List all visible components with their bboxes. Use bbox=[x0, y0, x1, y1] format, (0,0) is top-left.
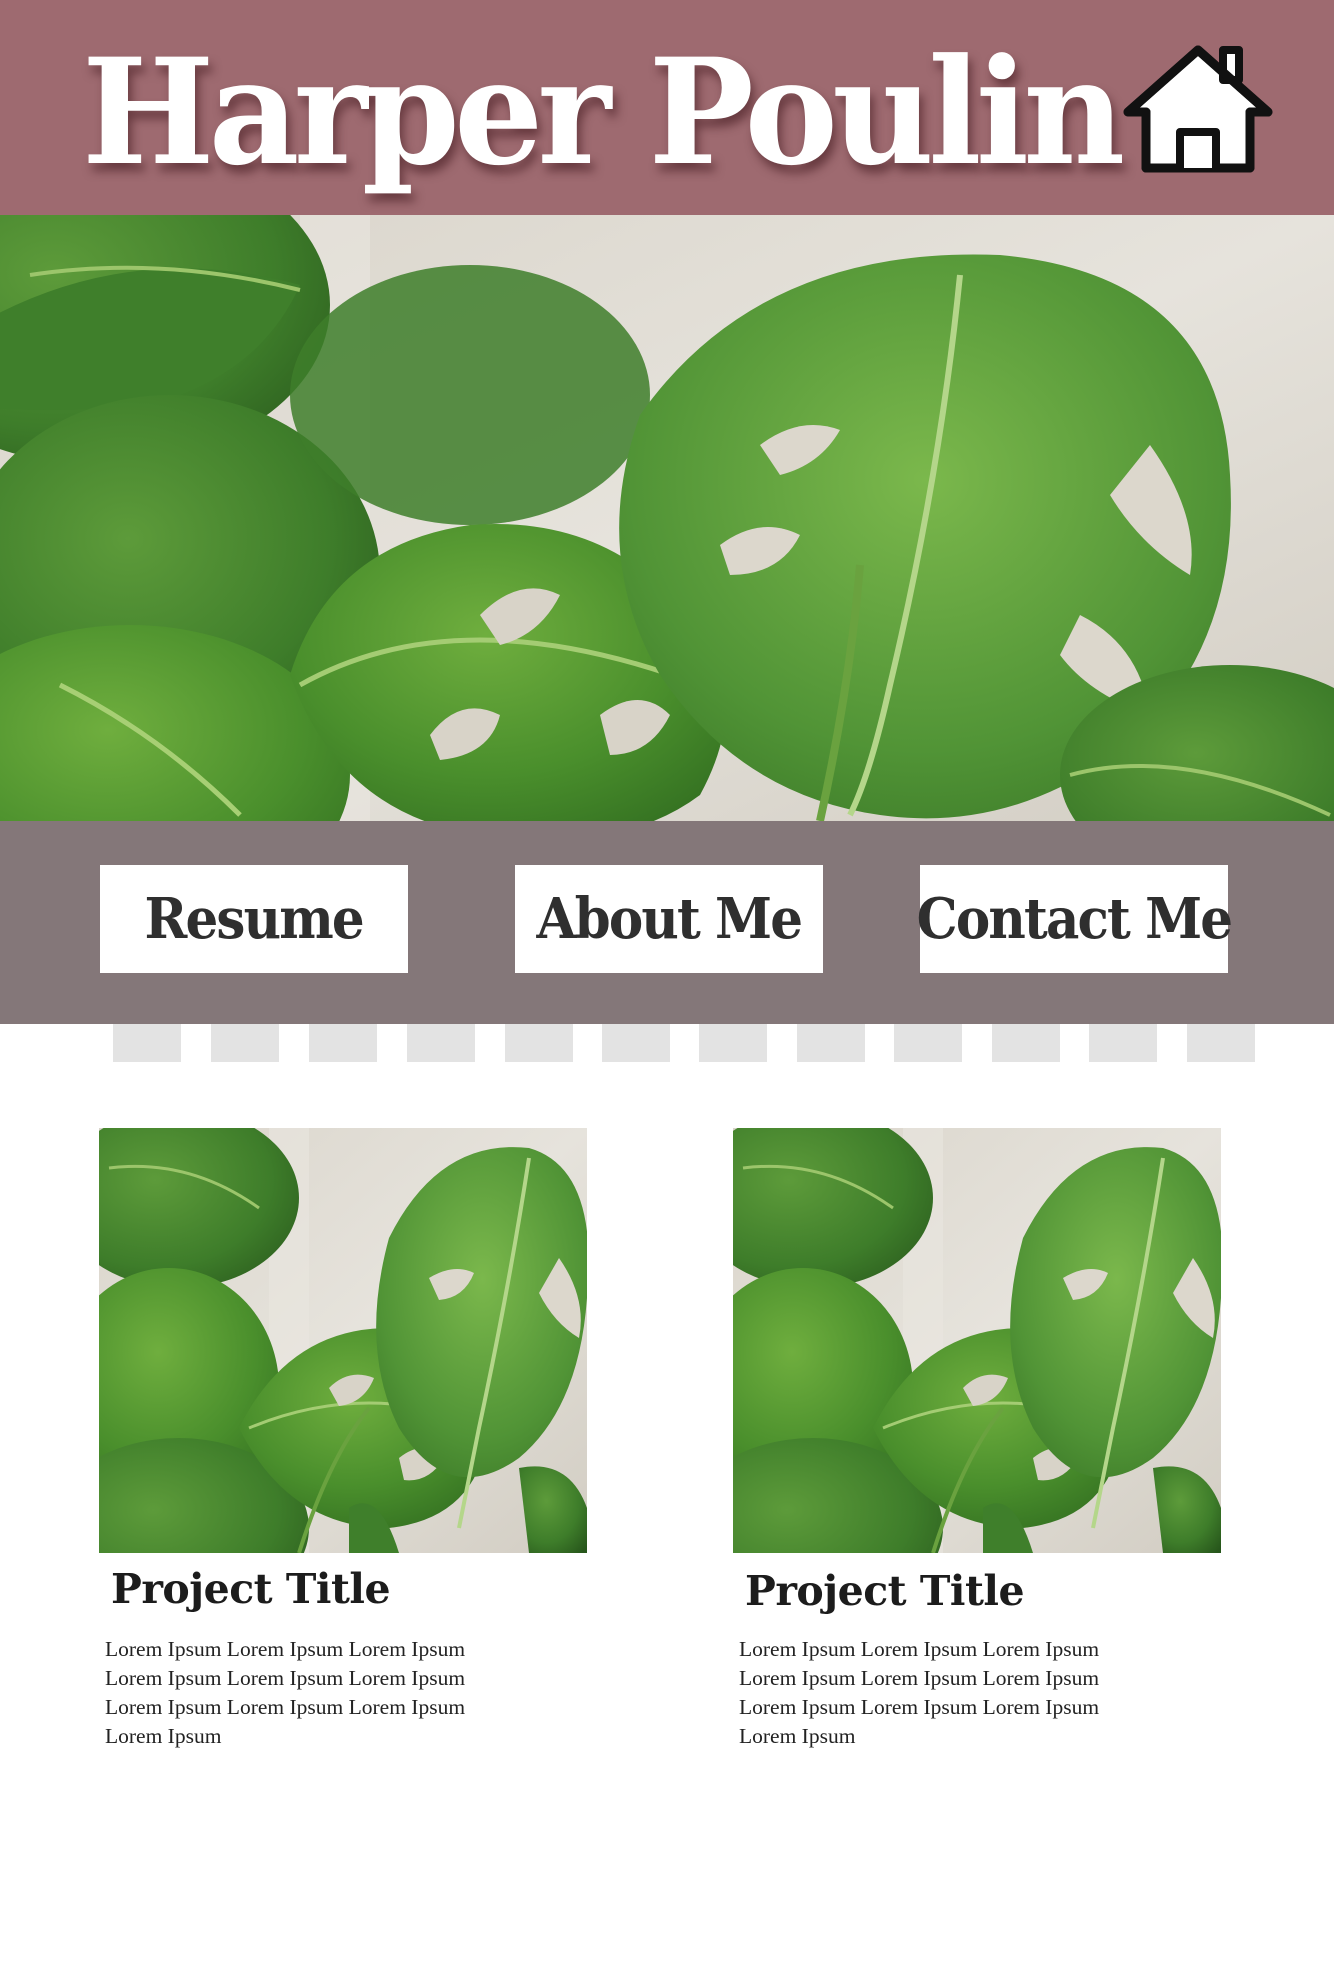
monstera-leaves-photo bbox=[0, 215, 1334, 821]
contact-me-button[interactable]: Contact Me bbox=[917, 865, 1233, 973]
about-me-button-label: About Me bbox=[536, 886, 803, 952]
resume-button-label: Resume bbox=[144, 886, 365, 952]
divider-block bbox=[407, 1024, 475, 1062]
project-title[interactable]: Project Title bbox=[111, 1561, 589, 1617]
project-image[interactable] bbox=[99, 1128, 587, 1553]
divider-block bbox=[1089, 1024, 1157, 1062]
site-title: Harper Poulin bbox=[82, 27, 1125, 198]
contact-me-button-label: Contact Me bbox=[916, 886, 1233, 952]
home-icon bbox=[1123, 45, 1273, 173]
divider-block bbox=[113, 1024, 181, 1062]
site-header: Harper Poulin bbox=[0, 0, 1334, 215]
divider-block bbox=[699, 1024, 767, 1062]
divider-block bbox=[894, 1024, 962, 1062]
project-title[interactable]: Project Title bbox=[745, 1563, 1223, 1619]
project-card[interactable]: Project Title Lorem Ipsum Lorem Ipsum Lo… bbox=[99, 1128, 589, 1751]
project-image[interactable] bbox=[733, 1128, 1221, 1553]
divider-block bbox=[1187, 1024, 1255, 1062]
divider-block bbox=[211, 1024, 279, 1062]
divider-block bbox=[309, 1024, 377, 1062]
hero-image bbox=[0, 215, 1334, 821]
divider-block bbox=[992, 1024, 1060, 1062]
project-card[interactable]: Project Title Lorem Ipsum Lorem Ipsum Lo… bbox=[733, 1128, 1223, 1751]
resume-button[interactable]: Resume bbox=[100, 865, 408, 973]
divider-block bbox=[797, 1024, 865, 1062]
home-button[interactable] bbox=[1118, 40, 1278, 180]
about-me-button[interactable]: About Me bbox=[515, 865, 823, 973]
project-description: Lorem Ipsum Lorem Ipsum Lorem Ipsum Lore… bbox=[739, 1637, 1100, 1748]
divider-block bbox=[602, 1024, 670, 1062]
divider-block bbox=[505, 1024, 573, 1062]
project-description: Lorem Ipsum Lorem Ipsum Lorem Ipsum Lore… bbox=[105, 1637, 466, 1748]
decorative-divider bbox=[0, 1024, 1334, 1062]
